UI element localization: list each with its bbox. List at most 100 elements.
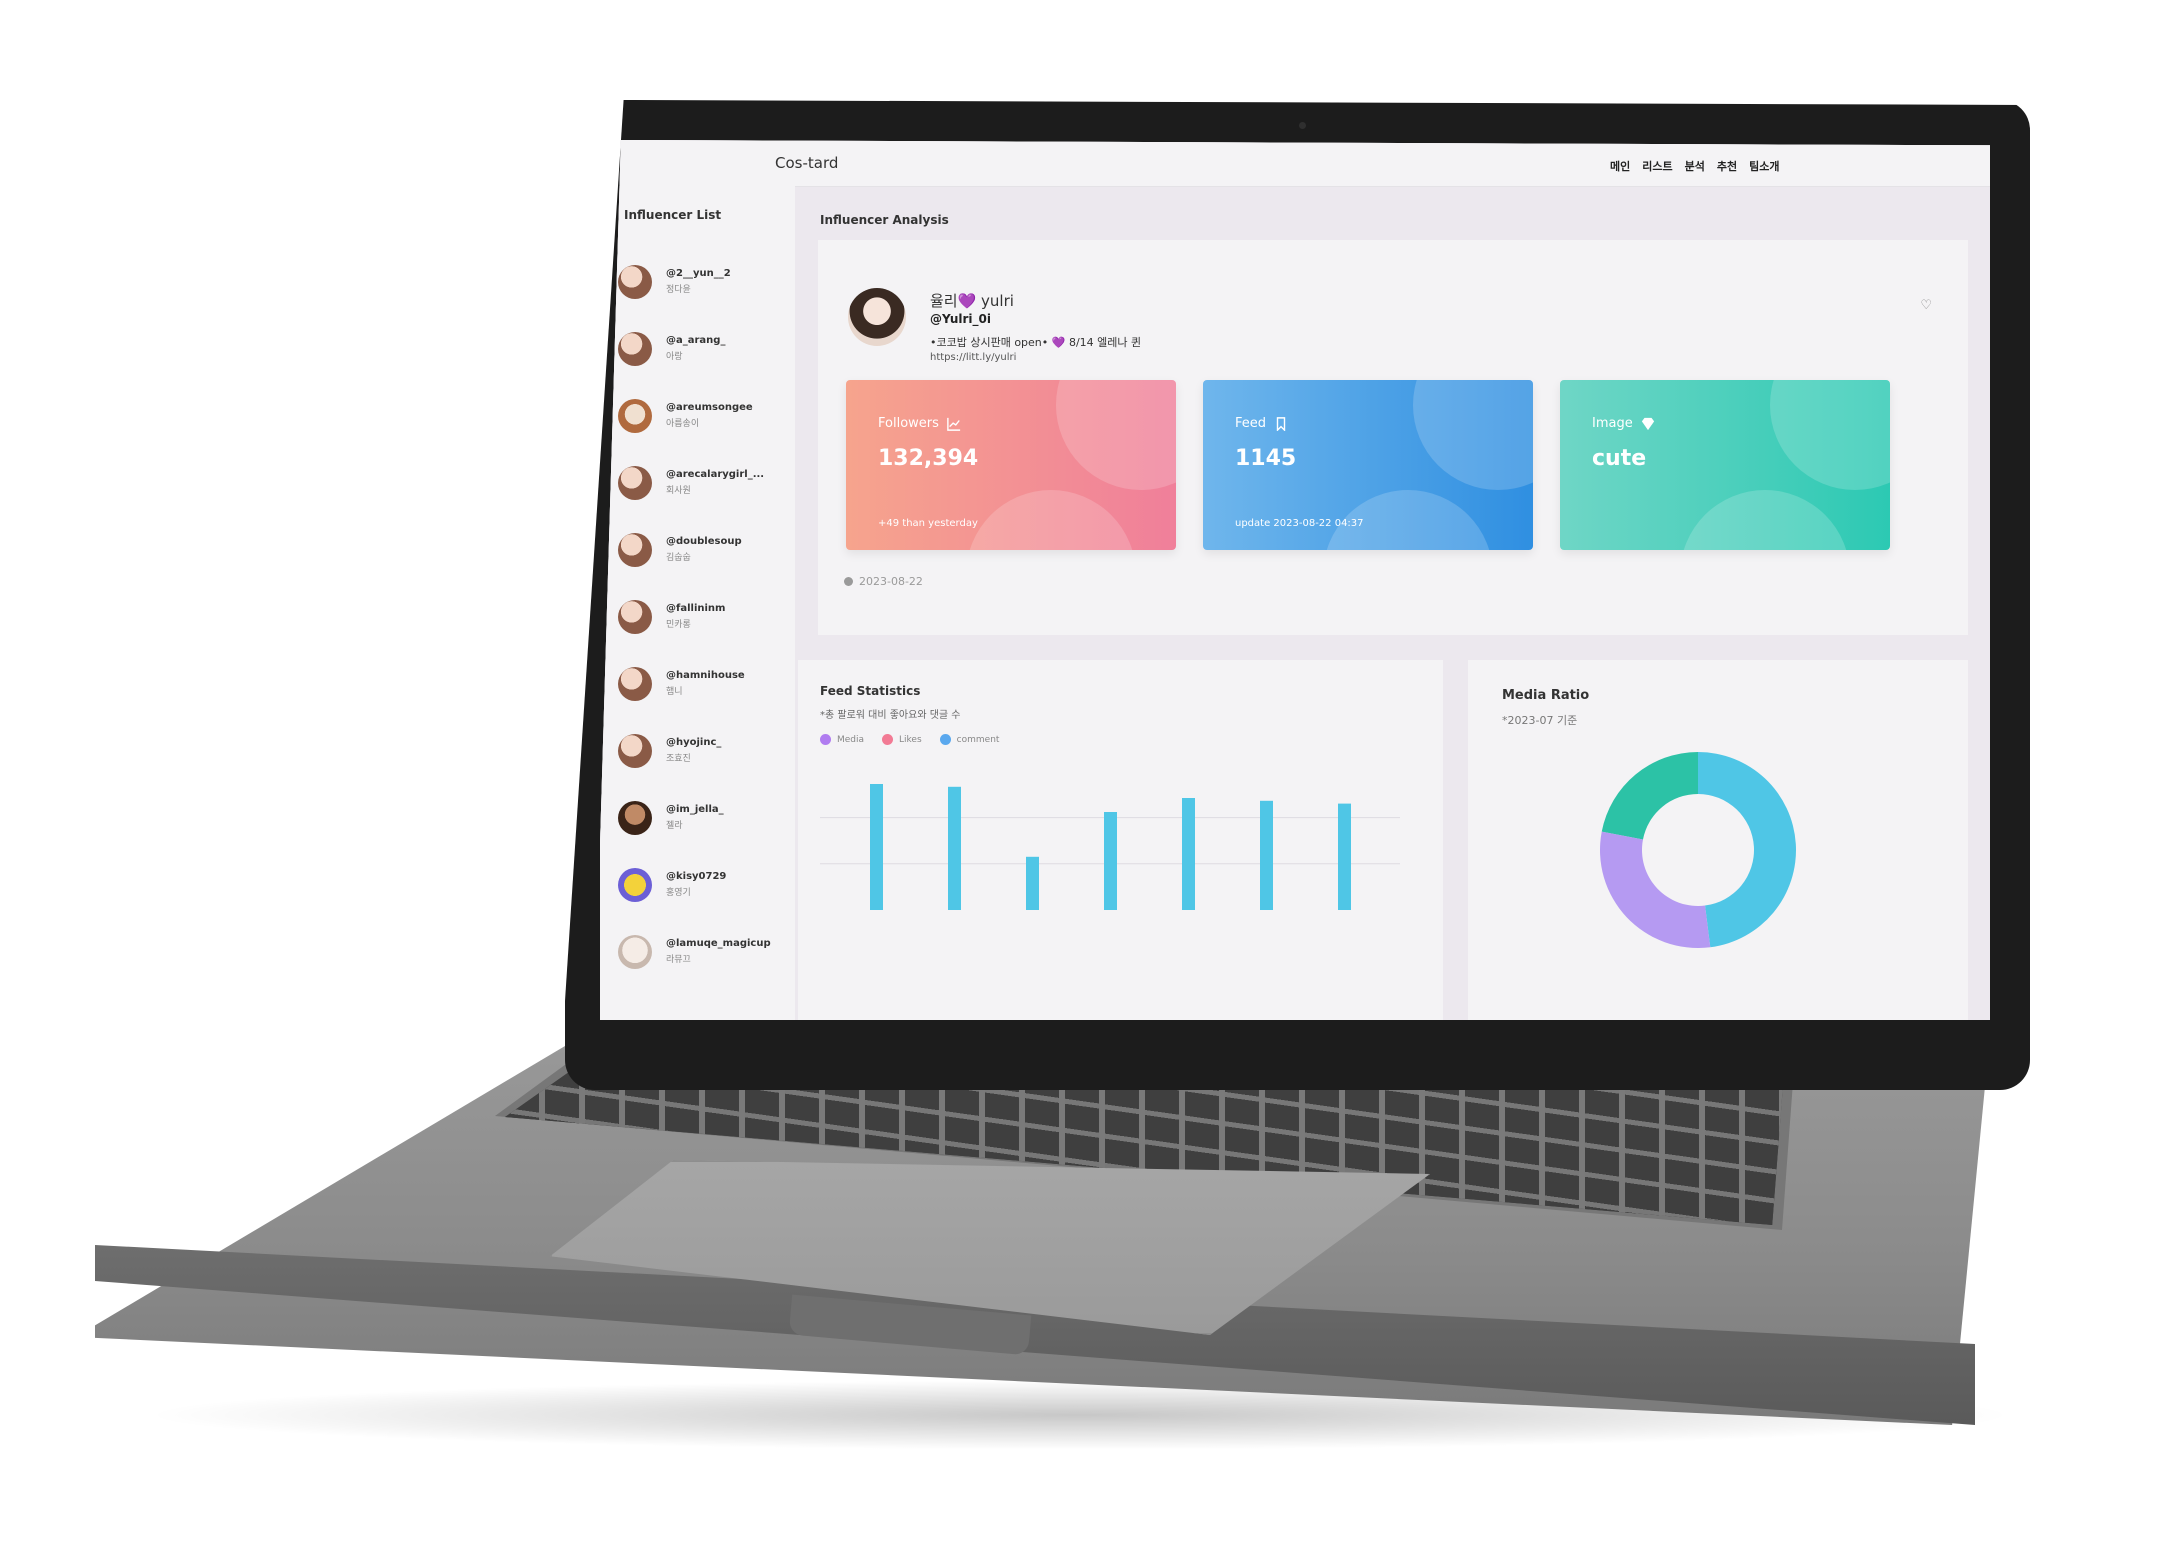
feed-updated: update 2023-08-22 04:37	[1235, 518, 1364, 529]
feed-label-row: Feed	[1235, 416, 1288, 431]
influencer-item[interactable]: @doublesoup 김숩숩	[618, 516, 793, 583]
profile-link[interactable]: https://litt.ly/yulri	[930, 352, 1016, 363]
feed-bar[interactable]	[1260, 800, 1273, 910]
influencer-handle: @hyojinc_	[666, 737, 722, 748]
analysis-date: 2023-08-22	[859, 575, 923, 588]
avatar	[618, 934, 652, 969]
profile-handle: @Yulri_0i	[930, 312, 991, 326]
nav-analysis[interactable]: 분석	[1685, 158, 1705, 174]
top-navbar: Cos-tard 메인 리스트 분석 추천 팀소개	[600, 140, 1990, 187]
media-ratio-donut	[1600, 752, 1796, 948]
feed-value: 1145	[1235, 446, 1297, 471]
image-label: Image	[1592, 416, 1633, 431]
influencer-handle: @2__yun__2	[666, 268, 731, 279]
legend-comment[interactable]: comment	[939, 734, 999, 745]
influencer-item[interactable]: @arecalarygirl_... 회사원	[618, 449, 793, 516]
influencer-name: 햄니	[666, 687, 683, 697]
profile-card: 율리💜 yulri @Yulri_0i •코코밥 상시판매 open• 💜 8/…	[818, 240, 1968, 635]
influencer-name: 회사원	[666, 486, 691, 496]
profile-name: 율리💜 yulri	[930, 292, 1014, 310]
influencer-handle: @im_jella_	[666, 804, 724, 815]
avatar	[618, 331, 652, 366]
influencer-item[interactable]: @2__yun__2 정다윤	[618, 248, 793, 315]
avatar	[618, 867, 652, 902]
influencer-name: 아랑	[666, 352, 683, 362]
legend-label: Likes	[899, 734, 922, 745]
nav-recommend[interactable]: 추천	[1717, 158, 1737, 174]
feed-bar[interactable]	[1182, 798, 1195, 910]
feed-bar[interactable]	[1026, 856, 1039, 910]
donut-slice[interactable]	[1600, 831, 1711, 948]
influencer-handle: @doublesoup	[666, 536, 742, 547]
image-value: cute	[1592, 446, 1647, 471]
influencer-item[interactable]: @hyojinc_ 조효진	[618, 717, 793, 784]
webcam	[1299, 122, 1306, 129]
avatar	[618, 264, 652, 299]
avatar	[618, 465, 652, 500]
brand-logo[interactable]: Cos-tard	[775, 154, 838, 172]
influencer-name: 정다윤	[666, 285, 691, 295]
legend-label: Media	[837, 734, 865, 745]
profile-bio: •코코밥 상시판매 open• 💜 8/14 엘레나 퀸	[930, 336, 1142, 349]
feed-bar-chart	[820, 784, 1400, 910]
influencer-handle: @areumsongee	[666, 402, 753, 413]
nav-links: 메인 리스트 분석 추천 팀소개	[1610, 158, 1780, 174]
influencer-item[interactable]: @hamnihouse 햄니	[618, 650, 793, 717]
avatar	[618, 666, 652, 701]
avatar	[618, 532, 652, 567]
influencer-item[interactable]: @areumsongee 아름송이	[618, 382, 793, 449]
bookmark-icon	[1276, 416, 1286, 431]
influencer-handle: @fallininm	[666, 603, 726, 614]
influencer-name: 조효진	[666, 754, 691, 764]
influencer-item[interactable]: @im_jella_ 젤라	[618, 784, 793, 851]
feed-label: Feed	[1235, 416, 1267, 431]
clock-icon	[844, 577, 853, 586]
avatar	[618, 800, 652, 835]
trend-chart-icon	[947, 417, 961, 431]
influencer-name: 젤라	[666, 821, 683, 831]
influencer-handle: @kisy0729	[666, 871, 727, 882]
laptop-screen: Cos-tard 메인 리스트 분석 추천 팀소개 Influencer Lis…	[600, 140, 1990, 1020]
influencer-handle: @a_arang_	[666, 335, 726, 346]
influencer-name: 민카롱	[666, 620, 691, 630]
followers-card: Followers 132,394 +49 than yesterday	[846, 380, 1176, 550]
legend-dot	[820, 734, 831, 745]
avatar	[618, 733, 652, 768]
influencer-item[interactable]: @a_arang_ 아랑	[618, 315, 793, 382]
influencer-name: 라뮤끄	[666, 955, 691, 965]
date-row: 2023-08-22	[844, 575, 923, 588]
legend-media[interactable]: Media	[820, 734, 864, 745]
influencer-name: 김숩숩	[666, 553, 691, 563]
influencer-handle: @hamnihouse	[666, 670, 745, 681]
influencer-handle: @lamuqe_magicup	[666, 938, 771, 949]
feed-card: Feed 1145 update 2023-08-22 04:37	[1203, 380, 1533, 550]
heart-icon[interactable]: ♡	[1920, 298, 1932, 313]
profile-avatar	[848, 288, 906, 346]
influencer-name: 홍영기	[666, 888, 691, 898]
donut-slice[interactable]	[1601, 752, 1698, 840]
influencer-item[interactable]: @kisy0729 홍영기	[618, 851, 793, 918]
nav-main[interactable]: 메인	[1610, 158, 1630, 174]
influencer-item[interactable]: @fallininm 민카롱	[618, 583, 793, 650]
influencer-handle: @arecalarygirl_...	[666, 469, 765, 480]
donut-slice[interactable]	[1698, 752, 1796, 948]
nav-team[interactable]: 팀소개	[1749, 158, 1779, 174]
legend-likes[interactable]: Likes	[882, 734, 922, 745]
media-ratio-subtitle: *2023-07 기준	[1502, 714, 1578, 727]
avatar	[618, 398, 652, 433]
feed-statistics-title: Feed Statistics	[820, 684, 921, 698]
page-title: Influencer Analysis	[820, 213, 949, 227]
nav-list[interactable]: 리스트	[1642, 158, 1672, 174]
image-card: Image cute	[1560, 380, 1890, 550]
avatar	[618, 599, 652, 634]
feed-bar[interactable]	[1338, 803, 1351, 910]
media-ratio-card: Media Ratio *2023-07 기준	[1468, 660, 1968, 1020]
image-label-row: Image	[1592, 416, 1655, 431]
media-ratio-title: Media Ratio	[1502, 688, 1590, 703]
influencer-list: @2__yun__2 정다윤 @a_arang_ 아랑 @areumsongee 아름…	[618, 248, 793, 985]
feed-bar[interactable]	[1104, 812, 1117, 910]
influencer-item[interactable]: @lamuqe_magicup 라뮤끄	[618, 918, 793, 985]
followers-label: Followers	[878, 416, 939, 431]
feed-bar[interactable]	[870, 784, 883, 910]
feed-bar[interactable]	[948, 786, 961, 910]
